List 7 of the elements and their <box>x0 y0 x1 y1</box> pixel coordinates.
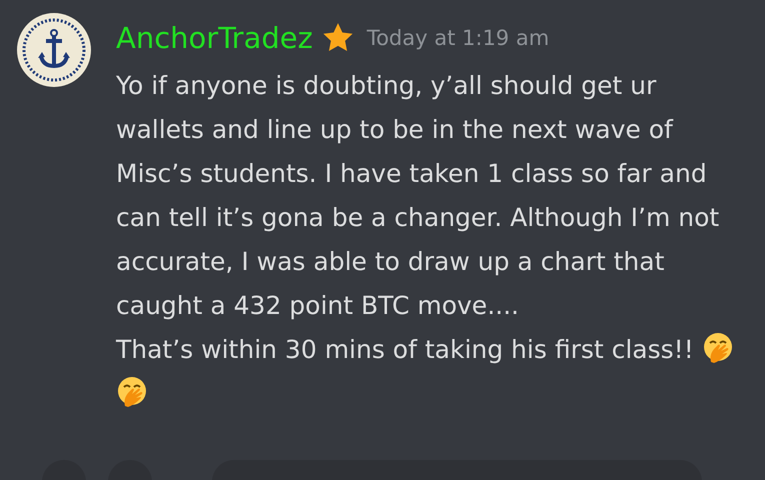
message-text: Yo if anyone is doubting, y’all should get ur wallets and line up to be in the next wave of Misc’s students. I have taken 1 class so far and can tell it’s gona be a changer. Although I’m not accurate, I was able to draw up a chart that caught a 432 point BTC move.... <box>116 70 720 322</box>
anchor-avatar[interactable] <box>16 12 92 88</box>
hand-over-mouth-emoji-icon <box>116 376 148 408</box>
message-text: That’s within 30 mins of taking his first class!! <box>116 334 694 366</box>
timestamp: Today at 1:19 am <box>366 26 550 50</box>
username[interactable]: AnchorTradez <box>116 21 313 55</box>
hand-over-mouth-emoji-icon <box>702 332 734 364</box>
